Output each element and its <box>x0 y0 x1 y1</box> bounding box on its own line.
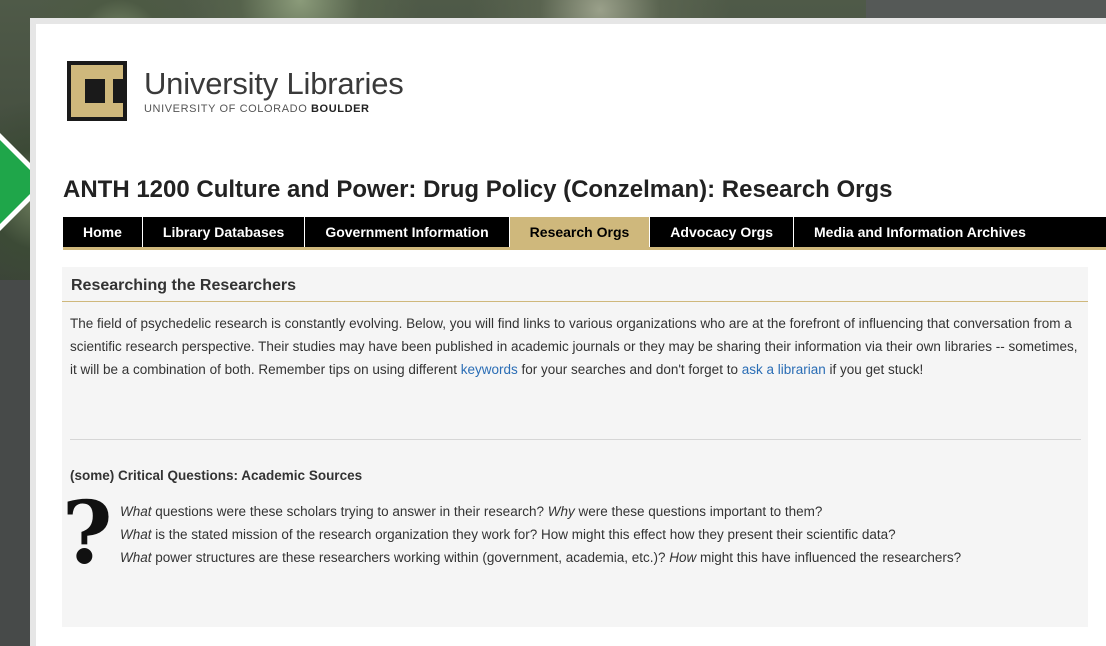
background-strip <box>866 0 1106 20</box>
tab-government-information[interactable]: Government Information <box>305 217 510 247</box>
question-2: What is the stated mission of the resear… <box>120 523 961 546</box>
intro-paragraph: The field of psychedelic research is con… <box>70 312 1082 381</box>
page-title: ANTH 1200 Culture and Power: Drug Policy… <box>63 176 893 203</box>
question-2-em1: What <box>120 527 152 542</box>
tab-home[interactable]: Home <box>63 217 143 247</box>
tab-research-orgs[interactable]: Research Orgs <box>509 217 651 247</box>
question-3-text1: power structures are these researchers w… <box>151 550 670 565</box>
logo-subtitle-regular: UNIVERSITY OF COLORADO <box>144 102 312 115</box>
intro-text-2: for your searches and don't forget to <box>517 362 742 377</box>
question-1-text2: were these questions important to them? <box>574 504 823 519</box>
question-1-em1: What <box>120 504 152 519</box>
left-dark-panel <box>0 280 30 646</box>
question-mark-icon: ? <box>62 483 113 584</box>
question-3-em1: What <box>120 550 152 565</box>
question-1-em2: Why <box>547 504 575 519</box>
card-inner: University Libraries UNIVERSITY OF COLOR… <box>36 24 1106 646</box>
tab-advocacy-orgs[interactable]: Advocacy Orgs <box>650 217 794 247</box>
box-header: Researching the Researchers <box>62 267 1088 302</box>
guide-tab-nav: Home Library Databases Government Inform… <box>63 217 1106 250</box>
question-1-text1: questions were these scholars trying to … <box>151 504 548 519</box>
tab-media-information-archives[interactable]: Media and Information Archives <box>794 217 1046 247</box>
intro-text-3: if you get stuck! <box>825 362 924 377</box>
question-3: What power structures are these research… <box>120 546 961 569</box>
content-box: Researching the Researchers The field of… <box>62 267 1088 627</box>
keywords-link[interactable]: keywords <box>461 362 518 377</box>
logo-subtitle-bold: BOULDER <box>311 102 370 115</box>
question-3-text2: might this have influenced the researche… <box>696 550 962 565</box>
ask-librarian-link[interactable]: ask a librarian <box>742 362 826 377</box>
library-logo[interactable]: University Libraries UNIVERSITY OF COLOR… <box>63 56 404 126</box>
question-1: What questions were these scholars tryin… <box>120 500 961 523</box>
question-2-text1: is the stated mission of the research or… <box>151 527 896 542</box>
logo-subtitle: UNIVERSITY OF COLORADO BOULDER <box>144 103 404 115</box>
divider <box>70 439 1081 440</box>
questions-list: What questions were these scholars tryin… <box>120 500 961 569</box>
logo-title: University Libraries <box>144 65 404 101</box>
content-card: University Libraries UNIVERSITY OF COLOR… <box>30 18 1106 646</box>
tab-library-databases[interactable]: Library Databases <box>143 217 306 247</box>
cu-logo-icon <box>67 61 127 121</box>
question-3-em2: How <box>669 550 697 565</box>
critical-questions-heading: (some) Critical Questions: Academic Sour… <box>70 468 363 483</box>
